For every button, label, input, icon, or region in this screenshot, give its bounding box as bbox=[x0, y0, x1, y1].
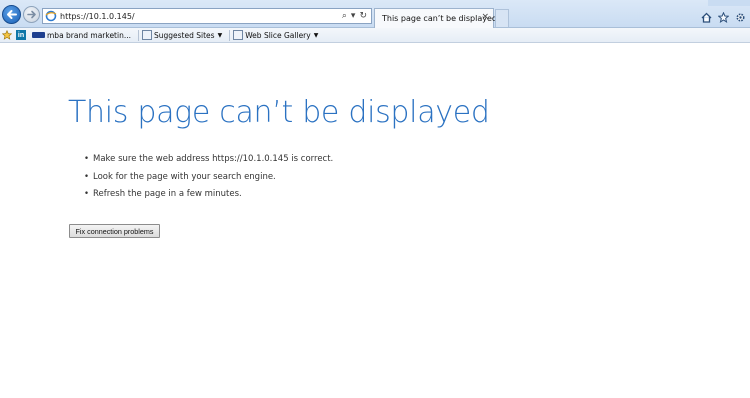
list-item: Refresh the page in a few minutes. bbox=[84, 187, 333, 205]
browser-toolbar: https://10.1.0.145/ ⌕ ▾ ↻ This page can’… bbox=[0, 0, 750, 28]
favorites-star-icon[interactable] bbox=[2, 29, 12, 42]
minimize-button[interactable] bbox=[708, 0, 722, 6]
suggestion-list: Make sure the web address https://10.1.0… bbox=[84, 152, 333, 205]
favorite-label: Web Slice Gallery bbox=[245, 30, 311, 40]
mba-site-icon bbox=[32, 32, 45, 38]
suggested-sites-icon bbox=[142, 30, 152, 40]
star-icon[interactable] bbox=[717, 8, 730, 23]
page-title: This page can’t be displayed bbox=[68, 95, 490, 130]
chevron-down-icon: ▼ bbox=[217, 31, 223, 39]
close-tab-icon[interactable]: × bbox=[481, 12, 489, 22]
fix-connection-button[interactable]: Fix connection problems bbox=[69, 224, 160, 238]
back-button[interactable] bbox=[2, 5, 21, 24]
maximize-button[interactable] bbox=[722, 0, 736, 6]
list-item: Look for the page with your search engin… bbox=[84, 170, 333, 188]
favorite-label: Suggested Sites bbox=[154, 30, 215, 40]
chevron-down-icon: ▼ bbox=[313, 31, 319, 39]
favorite-item-mba[interactable]: mba brand marketin... bbox=[32, 29, 131, 42]
back-arrow-icon bbox=[7, 10, 17, 19]
favorite-item-web-slice-gallery[interactable]: Web Slice Gallery ▼ bbox=[233, 29, 318, 42]
search-icon[interactable]: ⌕ bbox=[342, 10, 347, 22]
close-window-button[interactable] bbox=[736, 0, 750, 6]
favorites-bar: in mba brand marketin... Suggested Sites… bbox=[0, 28, 750, 43]
divider bbox=[138, 29, 139, 41]
favorite-item-suggested-sites[interactable]: Suggested Sites ▼ bbox=[142, 29, 222, 42]
home-icon[interactable] bbox=[701, 8, 712, 23]
ie-page-icon bbox=[45, 10, 57, 22]
dropdown-chevron-icon[interactable]: ▾ bbox=[351, 10, 356, 22]
gear-icon[interactable] bbox=[735, 8, 746, 22]
forward-arrow-icon bbox=[27, 10, 36, 19]
forward-button[interactable] bbox=[23, 6, 40, 23]
linkedin-icon[interactable]: in bbox=[16, 29, 28, 42]
tab-active[interactable]: This page can’t be displayed × bbox=[374, 8, 497, 28]
tab-title: This page can’t be displayed bbox=[382, 14, 497, 23]
refresh-icon[interactable]: ↻ bbox=[359, 10, 367, 22]
web-slice-icon bbox=[233, 30, 244, 40]
divider bbox=[229, 29, 231, 41]
address-bar[interactable]: https://10.1.0.145/ ⌕ ▾ ↻ bbox=[42, 8, 372, 24]
favorite-label: mba brand marketin... bbox=[47, 30, 131, 40]
address-url[interactable]: https://10.1.0.145/ bbox=[60, 12, 135, 21]
new-tab-button[interactable] bbox=[495, 9, 509, 27]
list-item: Make sure the web address https://10.1.0… bbox=[84, 152, 333, 170]
